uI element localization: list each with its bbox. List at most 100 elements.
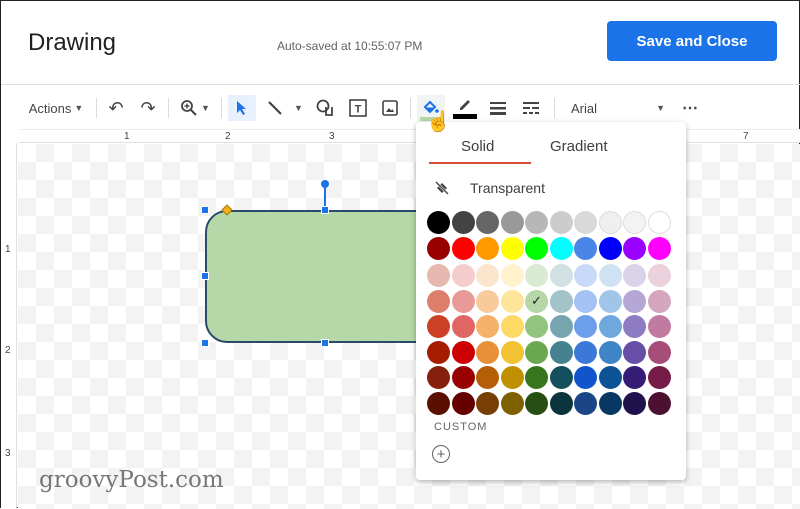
color-swatch[interactable]: [476, 236, 499, 260]
zoom-button[interactable]: ▼: [175, 95, 215, 121]
color-swatch[interactable]: [598, 366, 622, 389]
color-swatch[interactable]: [598, 264, 622, 287]
color-swatch[interactable]: [500, 289, 524, 313]
color-swatch[interactable]: [451, 264, 475, 287]
border-dash-button[interactable]: [518, 95, 544, 121]
color-swatch[interactable]: [500, 236, 524, 260]
color-swatch[interactable]: [647, 366, 671, 389]
color-swatch[interactable]: [500, 315, 524, 338]
color-swatch[interactable]: [451, 366, 475, 389]
border-weight-button[interactable]: [485, 95, 511, 121]
color-swatch[interactable]: [476, 264, 499, 287]
resize-handle[interactable]: [201, 339, 209, 347]
color-swatch[interactable]: [647, 315, 671, 338]
text-box-tool[interactable]: T: [345, 95, 371, 121]
color-swatch[interactable]: [623, 340, 646, 364]
color-swatch[interactable]: [451, 289, 475, 313]
color-swatch[interactable]: [451, 391, 475, 415]
color-swatch[interactable]: [427, 391, 450, 415]
more-options-icon[interactable]: ⋯: [678, 95, 702, 121]
color-swatch[interactable]: [549, 264, 573, 287]
rotate-handle[interactable]: [321, 180, 329, 188]
select-tool[interactable]: [228, 95, 256, 121]
color-swatch[interactable]: [598, 391, 622, 415]
color-swatch[interactable]: [574, 366, 597, 389]
color-swatch[interactable]: [598, 315, 622, 338]
color-swatch[interactable]: [427, 264, 450, 287]
color-swatch[interactable]: [476, 366, 499, 389]
color-swatch[interactable]: [574, 211, 597, 234]
color-swatch[interactable]: [451, 236, 475, 260]
color-swatch[interactable]: [549, 340, 573, 364]
color-swatch[interactable]: [598, 289, 622, 313]
color-swatch[interactable]: [647, 391, 671, 415]
color-swatch[interactable]: [549, 315, 573, 338]
color-swatch[interactable]: [574, 315, 597, 338]
color-swatch[interactable]: [476, 211, 499, 234]
color-swatch[interactable]: [598, 236, 622, 260]
color-swatch[interactable]: [549, 289, 573, 313]
color-swatch[interactable]: [647, 264, 671, 287]
transparent-option[interactable]: Transparent: [434, 180, 545, 196]
resize-handle[interactable]: [321, 206, 329, 214]
color-swatch[interactable]: [647, 340, 671, 364]
color-swatch[interactable]: [427, 366, 450, 389]
image-tool[interactable]: [378, 95, 402, 121]
color-swatch[interactable]: [623, 236, 646, 260]
color-swatch[interactable]: [427, 236, 450, 260]
resize-handle[interactable]: [321, 339, 329, 347]
tab-solid[interactable]: Solid: [461, 138, 494, 155]
color-swatch[interactable]: [476, 289, 499, 313]
color-swatch[interactable]: ✓: [525, 289, 548, 313]
line-tool[interactable]: ▼: [262, 95, 307, 121]
actions-menu[interactable]: Actions ▼: [25, 95, 87, 121]
color-swatch[interactable]: [525, 211, 548, 234]
color-swatch[interactable]: [623, 366, 646, 389]
color-swatch[interactable]: [500, 391, 524, 415]
color-swatch[interactable]: [598, 340, 622, 364]
color-swatch[interactable]: [525, 366, 548, 389]
color-swatch[interactable]: [451, 211, 475, 234]
color-swatch[interactable]: [647, 289, 671, 313]
add-custom-color-icon[interactable]: +: [432, 445, 450, 463]
color-swatch[interactable]: [525, 340, 548, 364]
color-swatch[interactable]: [427, 340, 450, 364]
color-swatch[interactable]: [574, 391, 597, 415]
color-swatch[interactable]: [623, 264, 646, 287]
save-and-close-button[interactable]: Save and Close: [607, 21, 777, 61]
undo-icon[interactable]: ↶: [104, 95, 128, 121]
color-swatch[interactable]: [451, 315, 475, 338]
color-swatch[interactable]: [427, 315, 450, 338]
color-swatch[interactable]: [549, 391, 573, 415]
color-swatch[interactable]: [574, 289, 597, 313]
resize-handle[interactable]: [201, 206, 209, 214]
color-swatch[interactable]: [574, 264, 597, 287]
rounded-rectangle-shape[interactable]: [205, 210, 445, 343]
color-swatch[interactable]: [525, 236, 548, 260]
color-swatch[interactable]: [476, 315, 499, 338]
color-swatch[interactable]: [427, 211, 450, 234]
color-swatch[interactable]: [451, 340, 475, 364]
color-swatch[interactable]: [623, 315, 646, 338]
color-swatch[interactable]: [549, 211, 573, 234]
color-swatch[interactable]: [476, 340, 499, 364]
color-swatch[interactable]: [500, 211, 524, 234]
color-swatch[interactable]: [598, 211, 622, 234]
color-swatch[interactable]: [427, 289, 450, 313]
color-swatch[interactable]: [500, 264, 524, 287]
color-swatch[interactable]: [476, 391, 499, 415]
font-select[interactable]: Arial ▼: [563, 95, 673, 121]
resize-handle[interactable]: [201, 272, 209, 280]
color-swatch[interactable]: [647, 211, 671, 234]
color-swatch[interactable]: [500, 366, 524, 389]
redo-icon[interactable]: ↷: [136, 95, 160, 121]
color-swatch[interactable]: [500, 340, 524, 364]
color-swatch[interactable]: [574, 340, 597, 364]
color-swatch[interactable]: [623, 211, 646, 234]
color-swatch[interactable]: [525, 264, 548, 287]
color-swatch[interactable]: [647, 236, 671, 260]
color-swatch[interactable]: [549, 236, 573, 260]
shape-tool[interactable]: [312, 95, 338, 121]
tab-gradient[interactable]: Gradient: [550, 138, 608, 155]
color-swatch[interactable]: [525, 315, 548, 338]
